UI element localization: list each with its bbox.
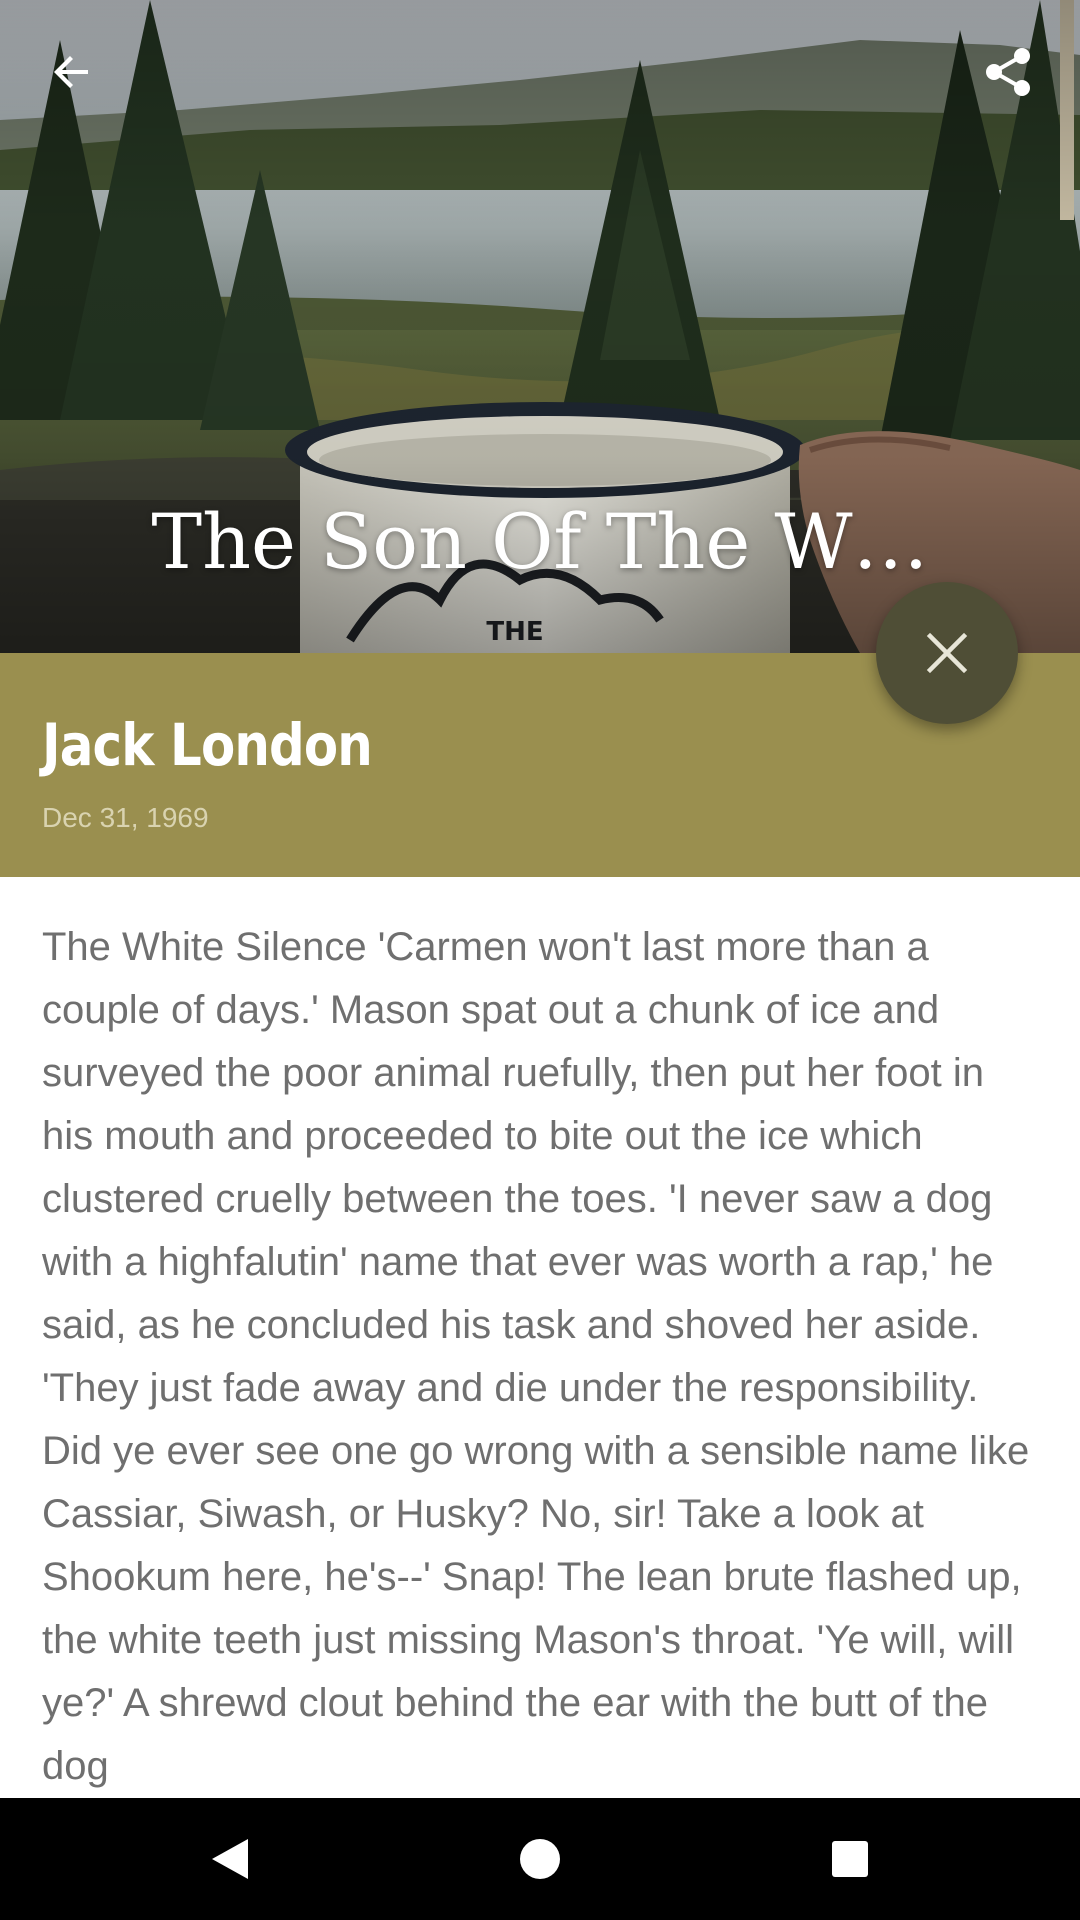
share-icon [986, 48, 1030, 96]
nav-home-circle-icon [520, 1839, 560, 1879]
nav-recents-button[interactable] [780, 1798, 920, 1920]
system-navigation-bar [0, 1798, 1080, 1920]
author-name: Jack London [42, 711, 373, 779]
nav-back-button[interactable] [160, 1798, 300, 1920]
story-title: The Son Of The W… [151, 497, 929, 586]
close-fab-button[interactable] [876, 582, 1018, 724]
publish-date: Dec 31, 1969 [42, 802, 209, 833]
screen: THE The Son Of The W… Jack London Dec 31… [0, 0, 1080, 1920]
nav-back-triangle-icon [212, 1839, 248, 1879]
share-button[interactable] [960, 24, 1056, 120]
back-button[interactable] [24, 24, 120, 120]
nav-home-button[interactable] [470, 1798, 610, 1920]
nav-recents-square-icon [832, 1841, 868, 1877]
close-icon [926, 632, 968, 674]
hero-image: THE The Son Of The W… [0, 0, 1080, 653]
arrow-left-icon [54, 56, 88, 88]
story-body: The White Silence 'Carmen won't last mor… [42, 925, 1030, 1788]
